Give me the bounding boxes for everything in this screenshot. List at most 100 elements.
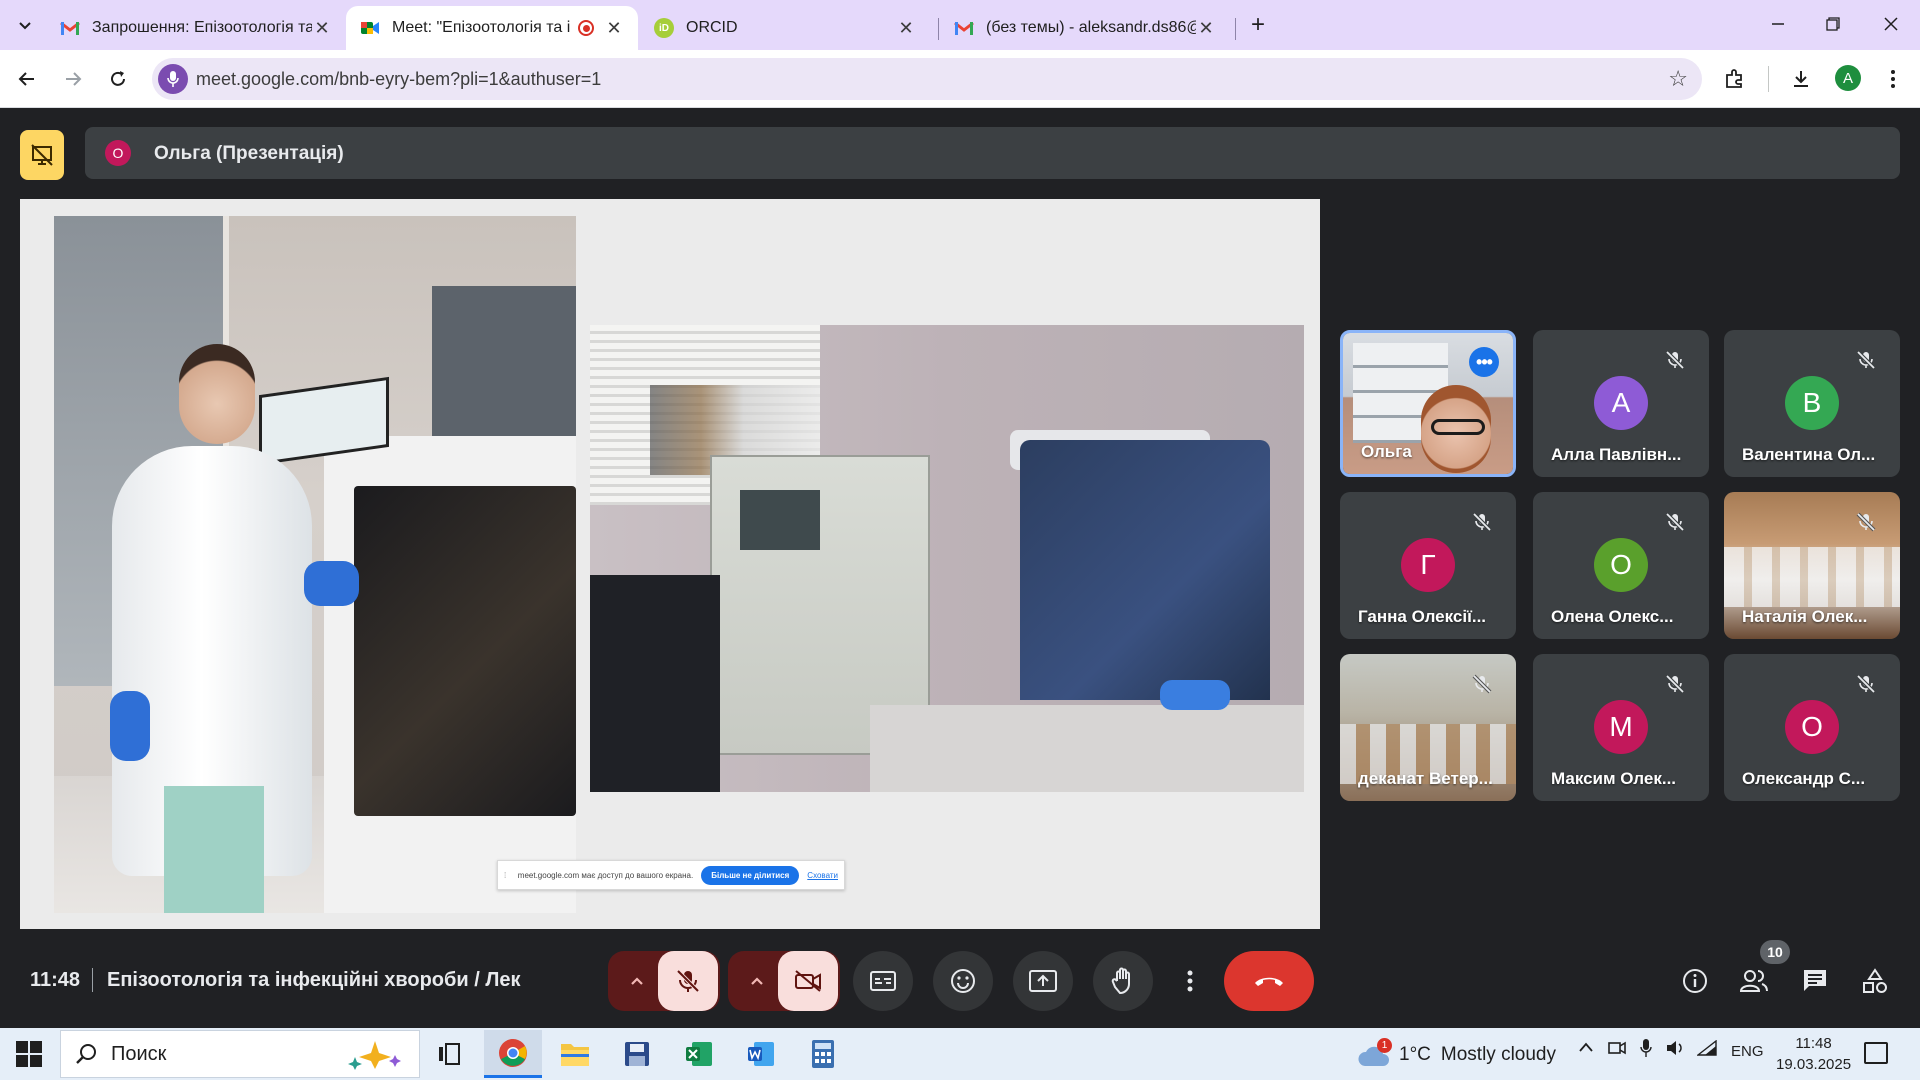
video-options-button[interactable] <box>734 951 780 1011</box>
more-options-icon[interactable]: ••• <box>1469 347 1499 377</box>
camera-in-use-icon[interactable] <box>1608 1040 1626 1060</box>
taskbar-word[interactable] <box>732 1030 790 1078</box>
meeting-details-button[interactable] <box>1672 958 1718 1004</box>
close-icon[interactable]: ✕ <box>896 18 916 39</box>
mic-off-icon <box>1854 348 1878 372</box>
participant-tile[interactable]: Г Ганна Олексії... <box>1340 492 1516 639</box>
captions-button[interactable] <box>853 951 913 1011</box>
tab-search-button[interactable] <box>10 11 40 39</box>
present-screen-button[interactable] <box>1013 951 1073 1011</box>
hide-notice-link[interactable]: Сховати <box>807 871 838 880</box>
downloads-button[interactable] <box>1784 62 1818 96</box>
drag-handle-icon[interactable]: ⁞ <box>504 871 514 880</box>
mic-off-icon <box>1663 348 1687 372</box>
profile-avatar[interactable]: A <box>1835 65 1861 91</box>
new-tab-button[interactable]: + <box>1243 10 1273 40</box>
microphone-in-use-icon[interactable] <box>1640 1038 1652 1062</box>
people-button[interactable] <box>1731 958 1777 1004</box>
tab-meet[interactable]: Meet: "Епізоотологія та інф ✕ <box>346 6 638 50</box>
back-button[interactable] <box>10 62 44 96</box>
participant-avatar: О <box>1594 538 1648 592</box>
activities-button[interactable] <box>1852 958 1898 1004</box>
extensions-button[interactable] <box>1718 62 1752 96</box>
bookmark-star-icon[interactable]: ☆ <box>1668 66 1688 92</box>
share-notice-message: meet.google.com має доступ до вашого екр… <box>517 870 694 880</box>
weather-alert-badge: 1 <box>1377 1038 1392 1053</box>
camera-toggle-button[interactable] <box>778 951 838 1011</box>
participant-tile[interactable]: О Олена Олекс... <box>1533 492 1709 639</box>
taskbar-search[interactable]: Поиск <box>60 1030 420 1078</box>
participant-name: Наталія Олек... <box>1742 607 1868 626</box>
weather-temperature: 1°C <box>1399 1044 1431 1065</box>
arrow-left-icon <box>18 72 34 86</box>
input-language[interactable]: ENG <box>1731 1043 1764 1060</box>
browser-menu-button[interactable] <box>1876 62 1910 96</box>
leave-call-button[interactable] <box>1224 951 1314 1011</box>
taskbar-file-explorer[interactable] <box>546 1030 604 1078</box>
speaker-icon[interactable] <box>1665 1039 1685 1061</box>
tab-gmail-invite[interactable]: Запрошення: Епізоотологія та ✕ <box>46 6 346 50</box>
presentation-toggle-button[interactable] <box>20 130 64 180</box>
gmail-icon <box>954 18 974 38</box>
divider <box>92 968 93 992</box>
task-view-button[interactable] <box>420 1030 478 1078</box>
chrome-icon <box>499 1038 527 1067</box>
taskbar-chrome[interactable] <box>484 1030 542 1078</box>
participant-tile[interactable]: О Олександр С... <box>1724 654 1900 801</box>
windows-logo-icon <box>16 1041 42 1067</box>
taskbar-excel[interactable] <box>670 1030 728 1078</box>
participant-tile[interactable]: В Валентина Ол... <box>1724 330 1900 477</box>
reload-icon <box>111 71 125 86</box>
close-icon[interactable]: ✕ <box>1196 18 1216 39</box>
participant-tile[interactable]: деканат Ветер... <box>1340 654 1516 801</box>
system-clock[interactable]: 11:48 19.03.2025 <box>1776 1033 1851 1075</box>
emoji-icon <box>951 969 975 993</box>
people-icon <box>1739 970 1768 992</box>
more-options-button[interactable] <box>1173 951 1207 1011</box>
phone-hangup-icon <box>1255 977 1283 986</box>
closed-captions-icon <box>870 971 896 991</box>
url-text[interactable]: meet.google.com/bnb-eyry-bem?pli=1&authu… <box>196 69 601 90</box>
cloud-icon: 1 <box>1357 1038 1392 1068</box>
tab-gmail-inbox[interactable]: (без темы) - aleksandr.ds86@g ✕ <box>940 6 1230 50</box>
microphone-icon[interactable] <box>158 64 188 94</box>
participant-name: Олена Олекс... <box>1551 607 1674 626</box>
tab-orcid[interactable]: iD ORCID ✕ <box>640 6 930 50</box>
lab-photo-right <box>590 325 1304 792</box>
excel-icon <box>686 1042 712 1066</box>
microphone-toggle-button[interactable] <box>658 951 718 1011</box>
windows-start-button[interactable] <box>16 1041 42 1067</box>
close-icon[interactable]: ✕ <box>312 18 332 39</box>
forward-button[interactable] <box>56 62 90 96</box>
audio-options-button[interactable] <box>614 951 660 1011</box>
taskbar-save-app[interactable] <box>608 1030 666 1078</box>
taskbar-calculator[interactable] <box>794 1030 852 1078</box>
participant-tile[interactable]: ••• Ольга <box>1340 330 1516 477</box>
chat-button[interactable] <box>1792 958 1838 1004</box>
chevron-up-icon[interactable] <box>1578 1040 1594 1057</box>
notification-center-icon[interactable] <box>1864 1042 1888 1064</box>
stop-sharing-button[interactable]: Більше не ділитися <box>701 865 800 885</box>
participant-tile[interactable]: М Максим Олек... <box>1533 654 1709 801</box>
participant-tile[interactable]: А Алла Павлівн... <box>1533 330 1709 477</box>
minimize-button[interactable] <box>1755 6 1801 42</box>
reload-button[interactable] <box>101 62 135 96</box>
participant-tile[interactable]: Наталія Олек... <box>1724 492 1900 639</box>
windows-taskbar: Поиск 1 1°C Mostly cloudy ENG 11:48 19.0… <box>0 1028 1920 1080</box>
address-bar[interactable]: meet.google.com/bnb-eyry-bem?pli=1&authu… <box>152 58 1702 100</box>
close-window-button[interactable] <box>1868 6 1914 42</box>
search-icon <box>76 1044 96 1064</box>
participant-avatar: Г <box>1401 538 1455 592</box>
chat-icon <box>1804 970 1826 991</box>
recording-icon <box>578 20 594 36</box>
participant-name: Олександр С... <box>1742 769 1866 788</box>
reactions-button[interactable] <box>933 951 993 1011</box>
raise-hand-button[interactable] <box>1093 951 1153 1011</box>
mic-off-icon <box>1854 510 1878 534</box>
close-icon[interactable]: ✕ <box>604 18 624 39</box>
chevron-down-icon <box>19 22 31 30</box>
kebab-menu-icon <box>1187 970 1193 992</box>
network-icon[interactable] <box>1695 1039 1717 1060</box>
weather-widget[interactable]: 1 1°C Mostly cloudy <box>1357 1038 1556 1068</box>
restore-button[interactable] <box>1810 6 1856 42</box>
